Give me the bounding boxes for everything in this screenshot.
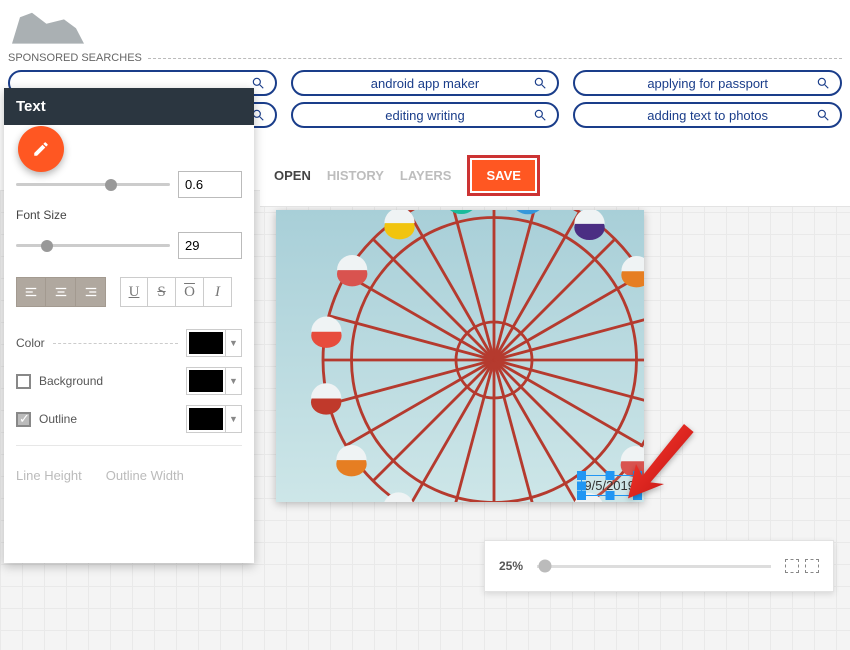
chevron-down-icon[interactable]: ▼ <box>225 368 241 394</box>
tab-open[interactable]: OPEN <box>274 168 311 183</box>
selection-handle[interactable] <box>577 481 586 490</box>
selection-handle[interactable] <box>577 491 586 500</box>
edit-fab-button[interactable] <box>18 126 64 172</box>
font-size-slider[interactable] <box>16 244 170 247</box>
save-highlight-box: SAVE <box>467 155 539 196</box>
search-pill[interactable]: android app maker <box>291 70 560 96</box>
search-icon <box>816 76 830 90</box>
italic-button[interactable]: I <box>204 277 232 307</box>
text-align-group <box>16 277 106 307</box>
chevron-down-icon[interactable]: ▼ <box>225 406 241 432</box>
app-logo <box>8 4 88 48</box>
canvas-image[interactable]: 9/5/2019 <box>276 210 644 502</box>
slider-thumb[interactable] <box>539 560 552 573</box>
text-style-group: U S O I <box>120 277 232 307</box>
search-pill[interactable]: adding text to photos <box>573 102 842 128</box>
search-pill-text: adding text to photos <box>587 108 828 123</box>
strikethrough-button[interactable]: S <box>148 277 176 307</box>
align-center-button[interactable] <box>46 277 76 307</box>
zoom-slider[interactable] <box>537 565 771 568</box>
zoom-toolbar: 25% <box>484 540 834 592</box>
selection-handle[interactable] <box>577 471 586 480</box>
overline-button[interactable]: O <box>176 277 204 307</box>
sponsored-searches-label: SPONSORED SEARCHES <box>8 52 142 64</box>
font-size-label: Font Size <box>16 208 242 222</box>
color-swatch <box>189 370 223 392</box>
background-checkbox[interactable] <box>16 374 31 389</box>
fit-screen-icon[interactable] <box>785 559 799 573</box>
tab-history[interactable]: HISTORY <box>327 168 384 183</box>
text-color-picker[interactable]: ▼ <box>186 329 242 357</box>
search-icon <box>533 108 547 122</box>
line-height-label: Line Height <box>16 468 82 483</box>
divider <box>53 343 178 344</box>
search-pill-text: android app maker <box>305 76 546 91</box>
stroke-thickness-input[interactable] <box>178 171 242 198</box>
chevron-down-icon[interactable]: ▼ <box>225 330 241 356</box>
tab-layers[interactable]: LAYERS <box>400 168 452 183</box>
search-pill-text: editing writing <box>305 108 546 123</box>
fullscreen-icon[interactable] <box>805 559 819 573</box>
selection-handle[interactable] <box>605 491 614 500</box>
outline-color-picker[interactable]: ▼ <box>186 405 242 433</box>
search-pill[interactable]: applying for passport <box>573 70 842 96</box>
color-swatch <box>189 408 223 430</box>
search-icon <box>816 108 830 122</box>
search-pill[interactable]: editing writing <box>291 102 560 128</box>
outline-checkbox[interactable] <box>16 412 31 427</box>
slider-thumb[interactable] <box>105 179 117 191</box>
background-label: Background <box>39 374 178 388</box>
editor-tabbar: OPEN HISTORY LAYERS SAVE <box>260 145 850 207</box>
outline-width-label: Outline Width <box>106 468 184 483</box>
divider <box>148 58 842 59</box>
underline-button[interactable]: U <box>120 277 148 307</box>
align-left-button[interactable] <box>16 277 46 307</box>
font-size-input[interactable] <box>178 232 242 259</box>
outline-label: Outline <box>39 412 178 426</box>
color-label: Color <box>16 336 45 350</box>
stroke-thickness-slider[interactable] <box>16 183 170 186</box>
annotation-arrow-icon <box>620 420 700 505</box>
divider <box>16 445 242 446</box>
align-right-button[interactable] <box>76 277 106 307</box>
save-button[interactable]: SAVE <box>472 160 534 191</box>
panel-title: Text <box>4 88 254 125</box>
search-pill-text: applying for passport <box>587 76 828 91</box>
ferris-wheel-illustration <box>304 210 644 502</box>
color-swatch <box>189 332 223 354</box>
text-tool-panel: Text Font Size U S O <box>4 88 254 563</box>
search-icon <box>533 76 547 90</box>
selection-handle[interactable] <box>605 471 614 480</box>
zoom-level-label: 25% <box>499 559 523 573</box>
slider-thumb[interactable] <box>41 240 53 252</box>
background-color-picker[interactable]: ▼ <box>186 367 242 395</box>
